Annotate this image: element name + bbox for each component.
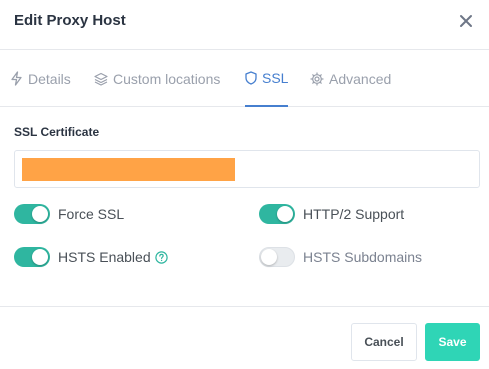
layers-icon <box>94 72 108 86</box>
tab-bar: Details Custom locations SSL Advanced <box>0 50 489 107</box>
modal-header: Edit Proxy Host <box>0 0 489 50</box>
question-circle-icon <box>154 250 168 264</box>
http2-support-label: HTTP/2 Support <box>303 206 405 222</box>
tab-custom-locations[interactable]: Custom locations <box>94 50 220 107</box>
hsts-enabled-label: HSTS Enabled <box>58 249 151 265</box>
lightning-icon <box>11 71 22 86</box>
tab-details-label: Details <box>28 70 71 87</box>
hsts-subdomains-label: HSTS Subdomains <box>303 249 423 265</box>
hsts-subdomains-toggle[interactable]: HSTS Subdomains <box>259 247 422 267</box>
tab-advanced-label: Advanced <box>329 70 392 87</box>
shield-icon <box>245 70 257 85</box>
http2-support-switch[interactable] <box>259 204 295 224</box>
save-button[interactable]: Save <box>425 323 480 361</box>
modal-footer: Cancel Save <box>0 306 489 369</box>
force-ssl-toggle[interactable]: Force SSL <box>14 204 124 224</box>
force-ssl-switch[interactable] <box>14 204 50 224</box>
hsts-enabled-switch[interactable] <box>14 247 50 267</box>
cancel-button[interactable]: Cancel <box>351 323 417 361</box>
gear-icon <box>310 71 324 86</box>
ssl-certificate-value-redacted <box>22 158 235 181</box>
tab-details[interactable]: Details <box>10 50 71 107</box>
help-icon[interactable] <box>154 250 168 264</box>
ssl-certificate-select[interactable] <box>14 150 480 188</box>
force-ssl-label: Force SSL <box>58 206 125 222</box>
tab-advanced[interactable]: Advanced <box>310 50 391 107</box>
hsts-subdomains-switch[interactable] <box>259 247 295 267</box>
tab-ssl-label: SSL <box>262 69 289 86</box>
modal-title: Edit Proxy Host <box>14 12 126 29</box>
close-button[interactable] <box>459 11 475 31</box>
hsts-enabled-toggle[interactable]: HSTS Enabled <box>14 247 168 267</box>
tab-ssl[interactable]: SSL <box>245 50 289 107</box>
close-icon <box>460 15 472 27</box>
ssl-certificate-label: SSL Certificate <box>14 125 100 139</box>
tab-custom-locations-label: Custom locations <box>113 70 221 87</box>
http2-support-toggle[interactable]: HTTP/2 Support <box>259 204 404 224</box>
